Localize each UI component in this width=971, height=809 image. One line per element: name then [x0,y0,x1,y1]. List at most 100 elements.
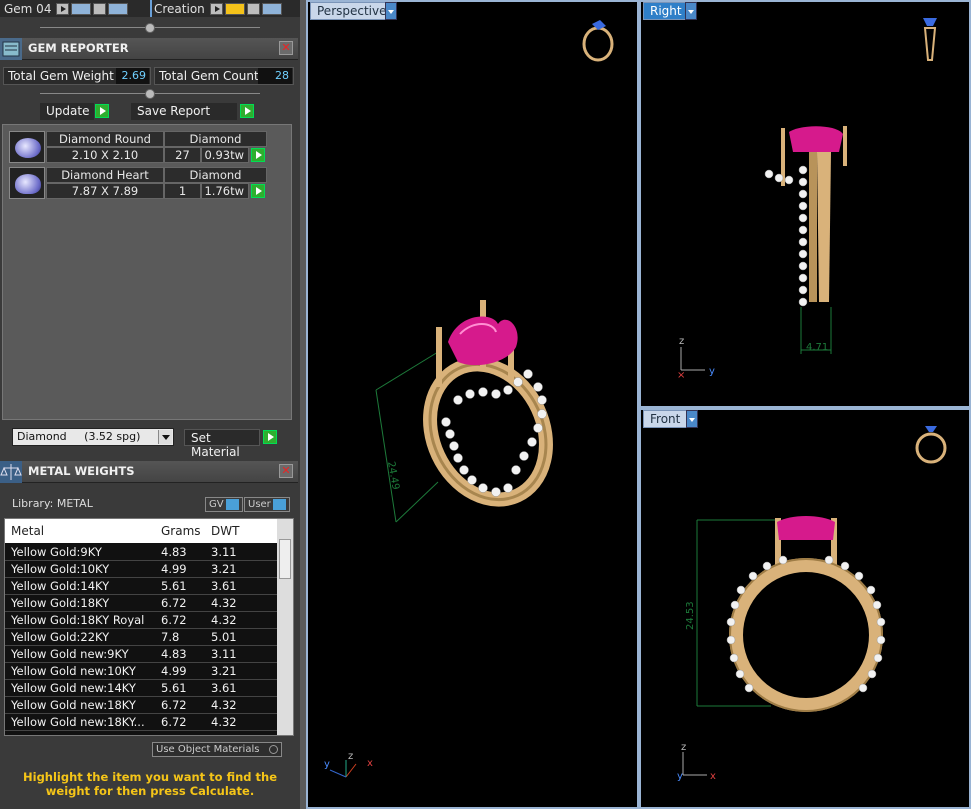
use-object-materials-label: Use Object Materials [156,744,260,755]
user-toggle-indicator [272,498,286,510]
grams-cell: 6.72 [161,698,187,712]
table-row[interactable]: Yellow Gold new:18KY 6.72 4.32 [5,697,277,714]
metal-table-header: Metal Grams DWT [5,519,277,543]
gem-select-go-icon[interactable] [251,184,265,198]
metal-weights-close-button[interactable]: ✕ [279,464,293,478]
gem-lock-icon[interactable] [93,2,107,15]
table-row[interactable]: Yellow Gold:22KY 7.8 5.01 [5,629,277,646]
creation-color-button[interactable] [224,2,245,15]
svg-text:×: × [677,370,685,381]
dwt-cell: 4.32 [211,715,237,729]
gem-reporter-title: GEM REPORTER [28,41,129,55]
gv-toggle[interactable]: GV [205,497,243,512]
total-gem-weight-label: Total Gem Weight [8,69,114,83]
table-row[interactable]: Yellow Gold new:18KY... 6.72 4.32 [5,714,277,731]
library-label: Library: METAL [12,497,93,510]
front-dimension-label: 24.53 [685,601,696,630]
save-report-button[interactable]: Save Report [131,103,237,120]
metal-weights-header: METAL WEIGHTS ✕ [0,461,298,483]
table-row[interactable]: Yellow Gold new:14KY 5.61 3.61 [5,680,277,697]
front-viewport[interactable]: Front 24.53 z x y [639,408,971,809]
set-material-button[interactable]: Set Material [184,429,260,459]
gem-color-button[interactable] [71,2,92,15]
perspective-dimension-label: 24.49 [385,461,401,491]
update-button[interactable]: Update [40,103,94,120]
gem-size: 2.10 X 2.10 [46,147,164,163]
user-toggle-label: User [248,499,271,510]
column-header-metal[interactable]: Metal [11,524,44,538]
set-material-go-icon[interactable] [263,430,277,444]
use-object-materials-checkbox[interactable]: Use Object Materials [152,742,282,757]
gem-shape: Diamond Heart [46,167,164,183]
creation-play-button[interactable] [209,2,223,15]
update-go-icon[interactable] [95,104,109,118]
round-diamond-icon [9,131,45,163]
panel-splitter-mid[interactable] [40,89,260,99]
gem-list-item[interactable]: Diamond Heart Diamond 7.87 X 7.89 1 1.76… [9,167,267,199]
metal-name-cell: Yellow Gold:22KY [11,630,110,644]
svg-text:x: x [367,758,373,769]
grams-cell: 6.72 [161,596,187,610]
dwt-cell: 4.32 [211,698,237,712]
panel-splitter-top[interactable] [40,23,260,33]
splitter-knob[interactable] [145,23,155,33]
right-viewport[interactable]: Right 4.71 z y × [639,0,971,408]
scale-icon [0,461,22,483]
gem-material: Diamond [164,131,267,147]
creation-lock-icon[interactable] [246,2,260,15]
gem-layer-button[interactable] [108,2,129,15]
table-row[interactable]: Yellow Gold new:9KY 4.83 3.11 [5,646,277,663]
chevron-down-icon[interactable] [158,430,172,444]
metal-name-cell: Yellow Gold:9KY [11,545,102,559]
gem-select-go-icon[interactable] [251,148,265,162]
splitter-knob[interactable] [145,89,155,99]
grams-cell: 4.99 [161,562,187,576]
gem-reporter-icon [0,38,22,60]
gem-count: 27 [164,147,201,163]
creation-toolbar-group: Creation [150,0,282,17]
table-row[interactable]: Yellow Gold:10KY 4.99 3.21 [5,561,277,578]
front-render: 24.53 z x y [677,426,947,782]
metal-name-cell: Yellow Gold:18KY Royal [11,613,145,627]
metal-name-cell: Yellow Gold new:10KY [11,664,136,678]
gem-list-item[interactable]: Diamond Round Diamond 2.10 X 2.10 27 0.9… [9,131,267,163]
grams-cell: 4.83 [161,647,187,661]
total-gem-count-value: 28 [258,68,292,84]
mini-ring-side-icon [923,18,937,61]
dwt-cell: 3.11 [211,647,237,661]
gem-reporter-close-button[interactable]: ✕ [279,41,293,55]
mini-ring-icon [582,20,614,62]
gem-size: 7.87 X 7.89 [46,183,164,199]
dwt-cell: 3.21 [211,664,237,678]
metal-table-scrollbar[interactable] [277,519,293,735]
table-row[interactable]: Yellow Gold:18KY 6.72 4.32 [5,595,277,612]
material-select[interactable]: Diamond (3.52 spg) [12,428,174,446]
gem-play-button[interactable] [56,2,70,15]
svg-text:z: z [348,751,353,762]
right-axis-triad: z y × [677,336,715,381]
user-toggle[interactable]: User [244,497,290,512]
metal-name-cell: Yellow Gold new:18KY... [11,715,145,729]
gv-toggle-label: GV [209,499,224,510]
table-row[interactable]: Yellow Gold:14KY 5.61 3.61 [5,578,277,595]
perspective-viewport[interactable]: Perspective 24.49 y z x [306,0,639,809]
table-row[interactable]: Yellow Gold:9KY 4.83 3.11 [5,544,277,561]
column-header-grams[interactable]: Grams [161,524,201,538]
dwt-cell: 3.61 [211,681,237,695]
table-row[interactable]: Yellow Gold:18KY Royal 6.72 4.32 [5,612,277,629]
table-row[interactable]: Yellow Gold new:10KY 4.99 3.21 [5,663,277,680]
scrollbar-thumb[interactable] [279,539,291,579]
front-axis-v-label: z [681,742,686,753]
creation-layer-button[interactable] [261,2,282,15]
use-object-materials-radio[interactable] [269,745,278,754]
save-report-go-icon[interactable] [240,104,254,118]
grams-cell: 5.61 [161,681,187,695]
total-gem-count-label: Total Gem Count [159,69,259,83]
grams-cell: 4.99 [161,664,187,678]
metal-name-cell: Yellow Gold:14KY [11,579,110,593]
gem-weight: 1.76tw [201,183,249,199]
right-axis-h-label: y [709,366,715,377]
heart-diamond-icon [9,167,45,199]
material-select-value: Diamond (3.52 spg) [17,430,141,443]
column-header-dwt[interactable]: DWT [211,524,239,538]
